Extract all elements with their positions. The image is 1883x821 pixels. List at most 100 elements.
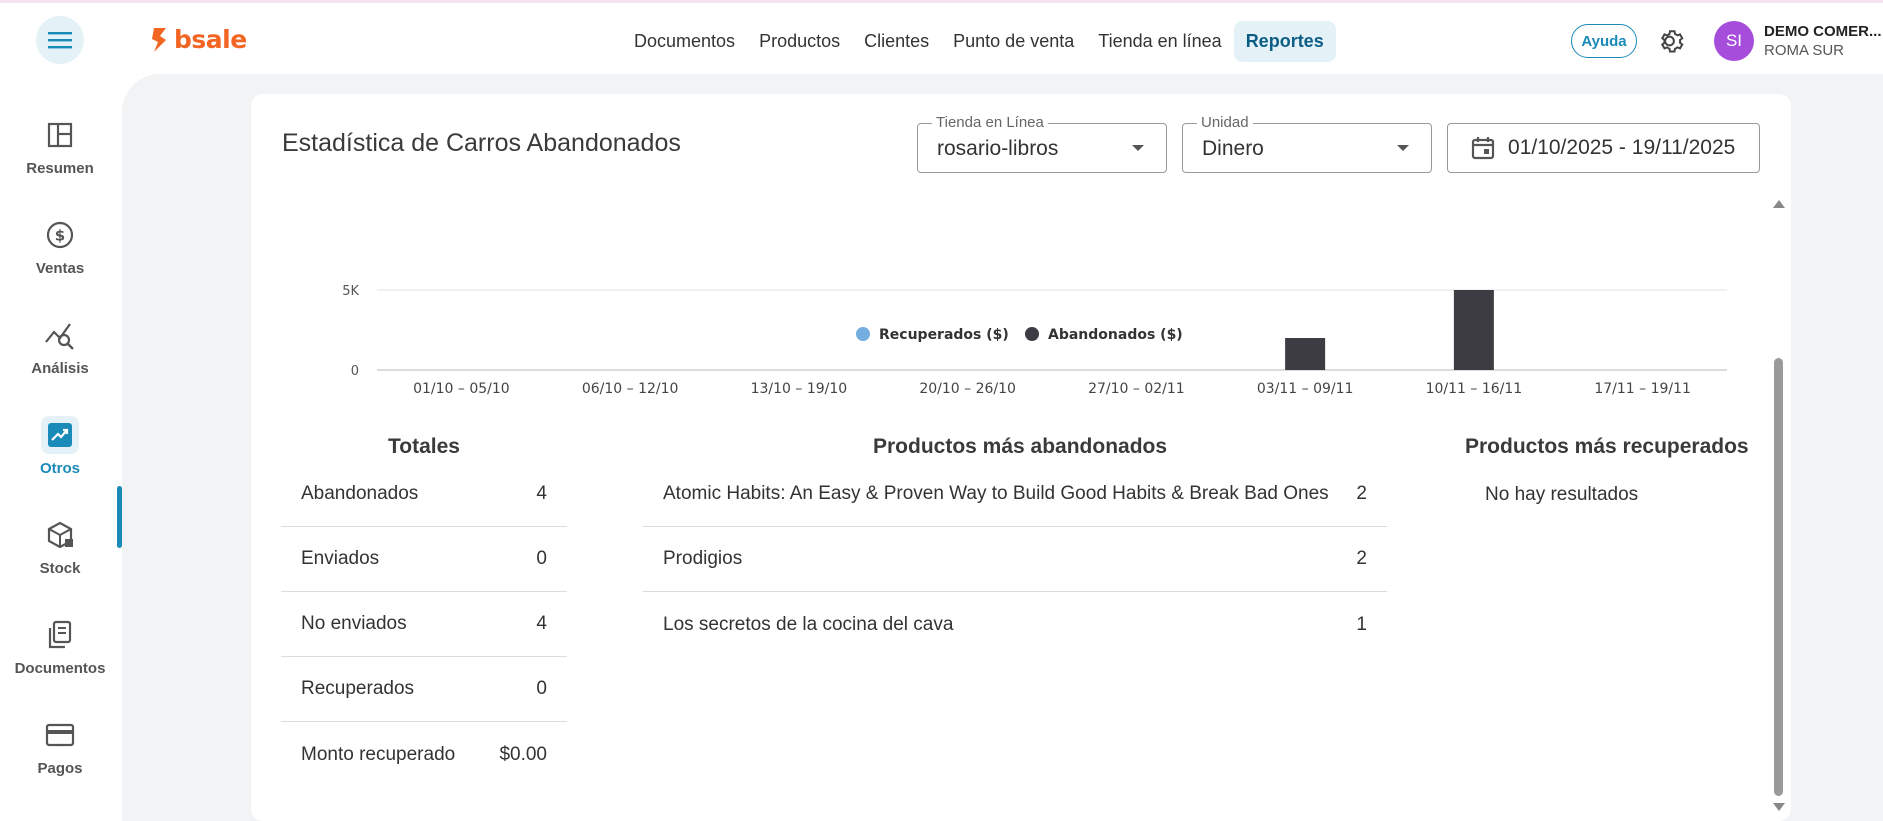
date-range-value: 01/10/2025 - 19/11/2025 xyxy=(1508,136,1736,159)
totals-row-value: 0 xyxy=(536,548,547,569)
scrollbar-thumb[interactable] xyxy=(1774,358,1783,796)
sidebar-item-analisis[interactable]: Análisis xyxy=(0,316,120,396)
gear-icon[interactable] xyxy=(1657,26,1687,56)
date-range-picker[interactable]: 01/10/2025 - 19/11/2025 xyxy=(1447,123,1760,173)
abandoned-carts-chart: 0 5K 01/10 – 05/10 06/10 – 12/10 13/10 – 19/… xyxy=(251,190,1791,397)
sidebar-label-stock: Stock xyxy=(39,560,81,577)
scroll-down-arrow[interactable] xyxy=(1773,803,1785,811)
totals-row-label: Recuperados xyxy=(301,678,415,699)
store-select[interactable]: Tienda en Línea rosario-libros xyxy=(917,114,1167,173)
bsale-logo[interactable]: bsale xyxy=(150,25,247,54)
abandoned-products-title: Productos más abandonados xyxy=(873,435,1168,458)
totals-row: Recuperados 0 xyxy=(281,657,567,722)
nav-item-reportes[interactable]: Reportes xyxy=(1233,21,1336,62)
sidebar-item-stock[interactable]: Stock xyxy=(0,516,120,596)
sidebar-label-ventas: Ventas xyxy=(35,260,85,277)
totals-row-label: No enviados xyxy=(301,613,407,634)
company-name: DEMO COMER... xyxy=(1764,23,1882,40)
store-select-value: rosario-libros xyxy=(937,137,1059,160)
bsale-logo-icon xyxy=(152,27,166,52)
sidebar-item-documentos[interactable]: Documentos xyxy=(0,616,120,696)
card-icon xyxy=(41,716,79,754)
x-tick-label: 17/11 – 19/11 xyxy=(1594,381,1691,397)
abandoned-product-row-value: 2 xyxy=(1356,548,1367,569)
sidebar-label-documentos: Documentos xyxy=(14,660,106,677)
totals-row-label: Abandonados xyxy=(301,483,419,504)
unit-select[interactable]: Unidad Dinero xyxy=(1182,114,1432,173)
report-card: Estadística de Carros Abandonados Tienda… xyxy=(251,94,1791,821)
analytics-icon xyxy=(41,316,79,354)
legend-label[interactable]: Recuperados ($) xyxy=(879,327,1009,343)
recovered-products-title: Productos más recuperados xyxy=(1465,435,1749,458)
help-button[interactable]: Ayuda xyxy=(1571,24,1637,58)
bar-abandonados[interactable] xyxy=(1285,338,1326,370)
sidebar-item-otros[interactable]: Otros xyxy=(0,416,120,496)
y-tick-label: 0 xyxy=(351,364,359,379)
recovered-empty-message: No hay resultados xyxy=(1485,484,1639,505)
nav-item-punto-de-venta[interactable]: Punto de venta xyxy=(941,21,1086,62)
layout-icon xyxy=(41,116,79,154)
x-tick-label: 01/10 – 05/10 xyxy=(413,381,510,397)
nav-item-productos[interactable]: Productos xyxy=(747,21,852,62)
legend-marker xyxy=(856,327,870,341)
unit-select-value: Dinero xyxy=(1202,137,1264,160)
logo-text: bsale xyxy=(174,25,247,54)
abandoned-product-row-value: 2 xyxy=(1356,483,1367,504)
abandoned-product-row: Atomic Habits: An Easy & Proven Way to B… xyxy=(643,462,1387,527)
abandoned-product-row-value: 1 xyxy=(1356,613,1367,635)
store-select-label: Tienda en Línea xyxy=(932,114,1048,131)
box-icon xyxy=(41,516,79,554)
totals-row-value: $0.00 xyxy=(499,743,547,765)
chevron-down-icon xyxy=(1397,145,1409,151)
nav-item-documentos[interactable]: Documentos xyxy=(622,21,747,62)
document-icon xyxy=(41,616,79,654)
legend-label[interactable]: Abandonados ($) xyxy=(1048,327,1183,343)
abandoned-product-row-label: Los secretos de la cocina del cava xyxy=(663,613,954,635)
sidebar-label-analisis: Análisis xyxy=(31,360,89,377)
x-tick-label: 06/10 – 12/10 xyxy=(582,381,679,397)
totals-row-label: Enviados xyxy=(301,548,380,569)
totals-row-value: 0 xyxy=(536,678,547,699)
abandoned-product-row-label: Atomic Habits: An Easy & Proven Way to B… xyxy=(663,483,1329,504)
sidebar: Resumen $ Ventas Análisis Otros Stock Do… xyxy=(0,74,122,821)
sidebar-item-ventas[interactable]: $ Ventas xyxy=(0,216,120,296)
x-tick-label: 10/11 – 16/11 xyxy=(1426,381,1523,397)
x-tick-label: 20/10 – 26/10 xyxy=(919,381,1016,397)
nav-item-tienda-en-línea[interactable]: Tienda en línea xyxy=(1086,21,1233,62)
sidebar-item-pagos[interactable]: Pagos xyxy=(0,716,120,796)
legend-marker xyxy=(1025,327,1039,341)
chart-scroll-mask xyxy=(251,190,1791,288)
dollar-icon: $ xyxy=(41,216,79,254)
x-tick-label: 13/10 – 19/10 xyxy=(751,381,848,397)
scroll-up-arrow[interactable] xyxy=(1773,200,1785,208)
abandoned-product-row-label: Prodigios xyxy=(663,548,743,569)
totals-title: Totales xyxy=(388,435,460,458)
totals-row: Enviados 0 xyxy=(281,527,567,592)
totals-row: No enviados 4 xyxy=(281,592,567,657)
page-title: Estadística de Carros Abandonados xyxy=(282,129,681,157)
sidebar-label-pagos: Pagos xyxy=(37,760,83,777)
totals-row: Abandonados 4 xyxy=(281,462,567,527)
main-nav: Documentos Productos Clientes Punto de vent… xyxy=(622,21,1336,62)
sidebar-label-resumen: Resumen xyxy=(26,160,94,177)
abandoned-product-row: Los secretos de la cocina del cava 1 xyxy=(643,592,1387,657)
company-info[interactable]: DEMO COMER... ROMA SUR xyxy=(1764,22,1882,60)
totals-row: Monto recuperado $0.00 xyxy=(281,722,567,787)
menu-button[interactable] xyxy=(36,16,84,64)
bar-abandonados[interactable] xyxy=(1453,290,1494,370)
totals-row-value: 4 xyxy=(536,483,547,504)
x-tick-label: 03/11 – 09/11 xyxy=(1257,381,1354,397)
sidebar-item-resumen[interactable]: Resumen xyxy=(0,116,120,196)
chevron-down-icon xyxy=(1132,145,1144,151)
svg-text:$: $ xyxy=(55,227,65,245)
y-tick-label: 5K xyxy=(342,284,359,299)
unit-select-label: Unidad xyxy=(1197,114,1253,131)
trend-icon xyxy=(41,416,79,454)
top-bar: bsale Documentos Productos Clientes Punto d… xyxy=(0,0,1883,74)
nav-item-clientes[interactable]: Clientes xyxy=(852,21,941,62)
totals-row-value: 4 xyxy=(536,613,547,634)
avatar[interactable]: SI xyxy=(1714,21,1754,61)
sidebar-label-otros: Otros xyxy=(39,460,80,477)
hamburger-icon xyxy=(48,32,72,49)
abandoned-product-row: Prodigios 2 xyxy=(643,527,1387,592)
